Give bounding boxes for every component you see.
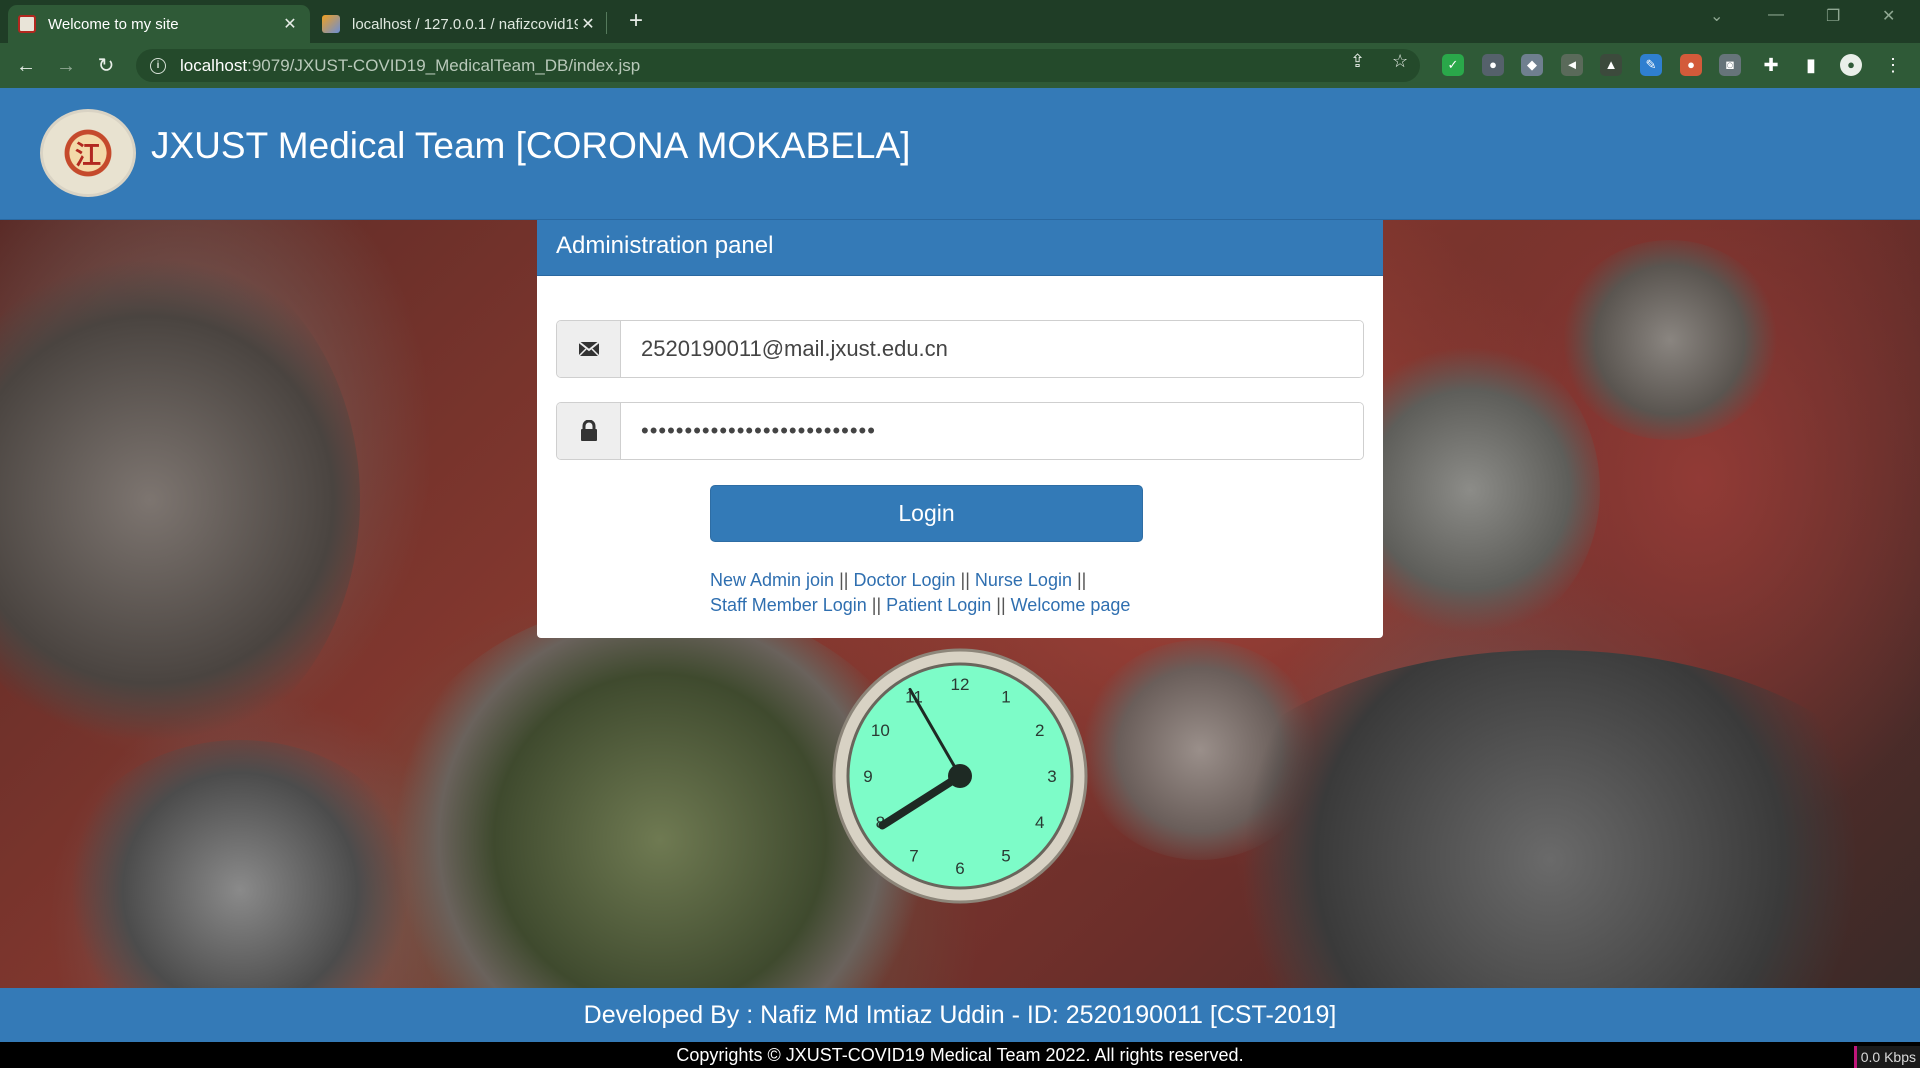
clock-number: 7 xyxy=(909,847,918,866)
phpmyadmin-favicon-icon xyxy=(322,15,340,33)
tab-phpmyadmin[interactable]: localhost / 127.0.0.1 / nafizcovid19 ✕ xyxy=(312,5,608,43)
university-logo: 江 xyxy=(40,109,136,197)
virus-shape xyxy=(60,740,420,988)
spy-extension-icon[interactable]: ● xyxy=(1482,54,1504,76)
clock-number: 10 xyxy=(871,721,890,740)
clock-number: 6 xyxy=(955,859,964,878)
tab-search-icon[interactable]: ⌄ xyxy=(1710,6,1723,26)
site-title: JXUST Medical Team [CORONA MOKABELA] xyxy=(151,125,911,166)
nurse-login-link[interactable]: Nurse Login xyxy=(975,570,1072,590)
cookie-extension-icon[interactable]: ● xyxy=(1680,54,1702,76)
url-path: :9079/JXUST-COVID19_MedicalTeam_DB/index… xyxy=(247,55,641,75)
site-header: 江 JXUST Medical Team [CORONA MOKABELA] xyxy=(0,88,1920,220)
clock-number: 2 xyxy=(1035,721,1044,740)
password-field[interactable] xyxy=(621,403,1363,459)
close-tab-icon[interactable]: ✕ xyxy=(578,14,598,34)
site-favicon-icon xyxy=(18,15,36,33)
email-input-group xyxy=(556,320,1364,378)
email-field[interactable] xyxy=(621,321,1363,377)
clock-number: 3 xyxy=(1047,767,1056,786)
clock-number: 12 xyxy=(951,675,970,694)
camera-extension-icon[interactable]: ◙ xyxy=(1719,54,1741,76)
doctor-login-link[interactable]: Doctor Login xyxy=(853,570,955,590)
new-tab-button[interactable]: + xyxy=(622,8,650,36)
virus-shape xyxy=(0,240,360,760)
drive-extension-icon[interactable]: ▲ xyxy=(1600,54,1622,76)
login-button[interactable]: Login xyxy=(710,485,1143,542)
virus-shape xyxy=(1560,240,1780,440)
tab-title: Welcome to my site xyxy=(48,15,179,33)
reload-icon[interactable]: ↻ xyxy=(92,52,120,80)
link-separator: || xyxy=(871,595,882,615)
tab-welcome[interactable]: Welcome to my site ✕ xyxy=(8,5,310,43)
password-input-group xyxy=(556,402,1364,460)
browser-menu-icon[interactable]: ⋮ xyxy=(1882,54,1904,76)
adblock-extension-icon[interactable]: ✓ xyxy=(1442,54,1464,76)
clock-number: 9 xyxy=(863,767,872,786)
profile-avatar[interactable]: ● xyxy=(1840,54,1862,76)
patient-login-link[interactable]: Patient Login xyxy=(886,595,991,615)
new-admin-join-link[interactable]: New Admin join xyxy=(710,570,834,590)
network-speed-badge: 0.0 Kbps xyxy=(1853,1046,1920,1068)
bookmark-star-icon[interactable]: ☆ xyxy=(1392,51,1408,72)
tab-title: localhost / 127.0.0.1 / nafizcovid19 xyxy=(352,15,578,33)
shield-extension-icon[interactable]: ◆ xyxy=(1521,54,1543,76)
staff-member-login-link[interactable]: Staff Member Login xyxy=(710,595,867,615)
close-tab-icon[interactable]: ✕ xyxy=(280,14,300,34)
administration-panel: Administration panel Login New Admin joi… xyxy=(537,220,1383,638)
close-window-icon[interactable]: ✕ xyxy=(1882,6,1895,26)
extensions-puzzle-icon[interactable]: ✚ xyxy=(1760,54,1782,76)
restore-icon[interactable]: ❐ xyxy=(1826,6,1840,26)
site-info-icon[interactable]: i xyxy=(150,57,166,74)
covid-background-image: Administration panel Login New Admin joi… xyxy=(0,220,1920,988)
volume-extension-icon[interactable]: ◄ xyxy=(1561,54,1583,76)
clock-center xyxy=(948,764,972,788)
clock-number: 4 xyxy=(1035,813,1044,832)
lock-icon xyxy=(557,403,621,459)
browser-tab-strip: Welcome to my site ✕ localhost / 127.0.0… xyxy=(0,0,1920,43)
clock-number: 5 xyxy=(1001,847,1010,866)
url-host: localhost xyxy=(180,55,248,75)
address-bar[interactable]: i localhost:9079/JXUST-COVID19_MedicalTe… xyxy=(136,49,1420,82)
welcome-page-link[interactable]: Welcome page xyxy=(1011,595,1131,615)
back-icon[interactable]: ← xyxy=(12,52,40,80)
analog-clock: 121234567891011 xyxy=(832,648,1088,904)
pen-extension-icon[interactable]: ✎ xyxy=(1640,54,1662,76)
login-links: New Admin join || Doctor Login || Nurse … xyxy=(710,568,1270,618)
browser-toolbar: ← → ↻ i localhost:9079/JXUST-COVID19_Med… xyxy=(0,43,1920,88)
side-panel-icon[interactable]: ▮ xyxy=(1800,54,1822,76)
logo-emblem-icon: 江 xyxy=(74,140,101,171)
web-page: 江 JXUST Medical Team [CORONA MOKABELA] A… xyxy=(0,88,1920,1068)
clock-face: 121234567891011 xyxy=(832,648,1088,904)
link-separator: || xyxy=(996,595,1006,615)
minimize-icon[interactable]: — xyxy=(1768,6,1784,24)
link-separator: || xyxy=(960,570,970,590)
forward-icon[interactable]: → xyxy=(52,52,80,80)
link-separator: || xyxy=(1076,570,1087,590)
envelope-icon xyxy=(557,321,621,377)
copyright-bar: Copyrights © JXUST-COVID19 Medical Team … xyxy=(0,1042,1920,1068)
panel-heading: Administration panel xyxy=(537,220,1383,276)
clock-number: 1 xyxy=(1001,687,1010,706)
share-icon[interactable]: ⇪ xyxy=(1350,51,1365,72)
link-separator: || xyxy=(839,570,849,590)
site-footer: Developed By : Nafiz Md Imtiaz Uddin - I… xyxy=(0,988,1920,1042)
